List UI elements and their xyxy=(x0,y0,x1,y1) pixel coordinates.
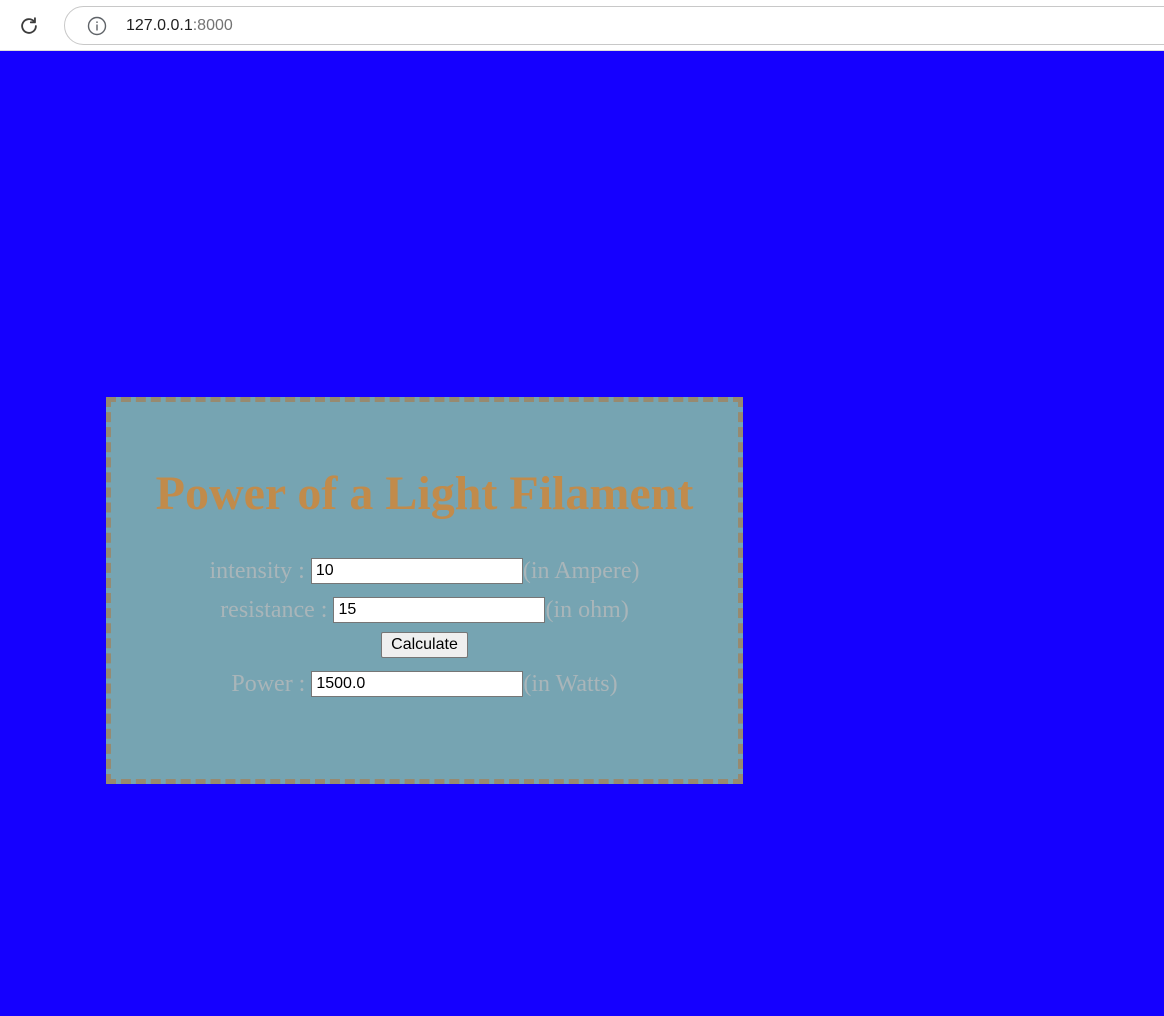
browser-toolbar: 127.0.0.1:8000 xyxy=(0,0,1164,51)
power-unit: (in Watts) xyxy=(523,670,618,697)
intensity-row: intensity : (in Ampere) xyxy=(111,557,738,585)
calculate-row: Calculate xyxy=(111,631,738,659)
power-label: Power : xyxy=(231,670,306,697)
resistance-label: resistance : xyxy=(220,596,328,623)
power-output[interactable] xyxy=(311,671,524,697)
url-text[interactable]: 127.0.0.1:8000 xyxy=(126,16,233,36)
page-title: Power of a Light Filament xyxy=(155,467,694,520)
url-port: :8000 xyxy=(192,17,233,34)
intensity-label: intensity : xyxy=(209,557,305,584)
calculate-button[interactable]: Calculate xyxy=(381,632,468,658)
resistance-input[interactable] xyxy=(333,597,546,623)
address-bar[interactable]: 127.0.0.1:8000 xyxy=(64,6,1164,45)
url-host: 127.0.0.1 xyxy=(126,17,193,34)
power-row: Power : (in Watts) xyxy=(111,670,738,698)
info-icon[interactable] xyxy=(87,16,107,36)
resistance-unit: (in ohm) xyxy=(545,596,629,623)
intensity-unit: (in Ampere) xyxy=(522,557,640,584)
calculator-card: Power of a Light Filament intensity : (i… xyxy=(106,397,743,784)
intensity-input[interactable] xyxy=(310,558,523,584)
resistance-row: resistance : (in ohm) xyxy=(111,596,738,624)
reload-button[interactable] xyxy=(14,11,44,41)
reload-icon xyxy=(21,17,37,34)
